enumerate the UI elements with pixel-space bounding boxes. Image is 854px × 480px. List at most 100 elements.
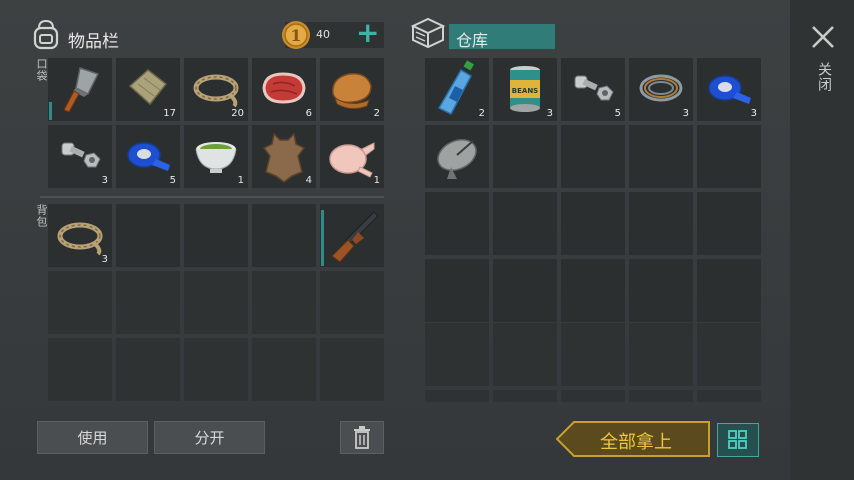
pocket-slot-cloth[interactable]: 17 [116, 58, 180, 121]
item-count: 2 [373, 108, 380, 119]
backpack-slot-empty[interactable] [116, 204, 180, 267]
inventory-title: 物品栏 [68, 32, 119, 52]
storage-slot-empty[interactable] [425, 192, 489, 255]
split-button[interactable]: 分开 [154, 421, 265, 454]
storage-slot-partial[interactable] [629, 390, 693, 402]
backpack-icon [31, 18, 61, 50]
blue-tape-icon [703, 70, 755, 108]
use-button[interactable]: 使用 [37, 421, 148, 454]
sort-button[interactable] [717, 423, 759, 457]
divider [40, 196, 384, 198]
take-all-label: 全部拿上 [600, 432, 672, 453]
add-coins-button[interactable]: + [356, 19, 379, 47]
storage-slot-empty[interactable] [697, 323, 761, 386]
pocket-slot-cooked[interactable]: 2 [320, 58, 384, 121]
pocket-slot-leather[interactable]: 4 [252, 125, 316, 188]
rope-icon [54, 216, 106, 256]
storage-box-icon [410, 16, 446, 50]
backpack-slot-empty[interactable] [116, 271, 180, 334]
pocket-slot-bolt[interactable]: 3 [48, 125, 112, 188]
storage-slot-empty[interactable] [697, 259, 761, 322]
shotgun-icon [328, 208, 380, 264]
storage-slot-bolt[interactable]: 5 [561, 58, 625, 121]
water-bottle-icon [435, 60, 479, 118]
item-count: 3 [101, 254, 108, 265]
storage-slot-empty[interactable] [493, 125, 557, 188]
storage-slot-empty[interactable] [425, 259, 489, 322]
backpack-slot-empty[interactable] [116, 338, 180, 401]
durability-bar [321, 210, 324, 266]
pocket-slot-cleaver[interactable] [48, 58, 112, 121]
storage-slot-empty[interactable] [697, 125, 761, 188]
storage-slot-empty[interactable] [697, 192, 761, 255]
storage-slot-partial[interactable] [697, 390, 761, 402]
storage-slot-empty[interactable] [629, 192, 693, 255]
backpack-slot-empty[interactable] [48, 338, 112, 401]
item-count: 3 [546, 108, 553, 119]
green-tea-bowl-icon [193, 137, 239, 177]
backpack-slot-empty[interactable] [252, 338, 316, 401]
pocket-slot-tape[interactable]: 5 [116, 125, 180, 188]
storage-slot-empty[interactable] [561, 259, 625, 322]
pocket-slot-meat[interactable]: 6 [252, 58, 316, 121]
bolt-nut-icon [58, 137, 102, 173]
pocket-slot-tea[interactable]: 1 [184, 125, 248, 188]
rope-icon [190, 68, 242, 108]
durability-bar [49, 102, 52, 120]
grid-icon [728, 430, 748, 450]
item-count: 6 [305, 108, 312, 119]
item-count: 5 [614, 108, 621, 119]
coin-count: 40 [316, 28, 330, 41]
trash-button[interactable] [340, 421, 384, 454]
wire-coil-icon [635, 68, 687, 108]
item-count: 20 [231, 108, 244, 119]
backpack-slot-empty[interactable] [320, 271, 384, 334]
storage-slot-empty[interactable] [561, 323, 625, 386]
close-label[interactable]: 关闭 [814, 62, 834, 92]
storage-slot-empty[interactable] [493, 192, 557, 255]
cleaver-icon [58, 64, 104, 114]
item-count: 1 [373, 175, 380, 186]
bolt-nut-icon [571, 70, 615, 106]
backpack-slot-empty[interactable] [252, 204, 316, 267]
backpack-slot-empty[interactable] [252, 271, 316, 334]
cooked-food-icon [325, 64, 379, 114]
close-icon[interactable] [810, 24, 836, 50]
pocket-label: 口袋 [35, 58, 48, 82]
backpack-slot-empty[interactable] [184, 204, 248, 267]
storage-slot-water[interactable]: 2 [425, 58, 489, 121]
backpack-slot-empty[interactable] [184, 338, 248, 401]
backpack-slot-shotgun[interactable] [320, 204, 384, 267]
satellite-dish-icon [433, 131, 483, 183]
item-count: 4 [305, 175, 312, 186]
raw-meat-icon [259, 68, 309, 110]
storage-slot-tape[interactable]: 3 [697, 58, 761, 121]
storage-slot-empty[interactable] [629, 259, 693, 322]
beans-can-icon: BEANS [507, 64, 543, 114]
storage-slot-empty[interactable] [629, 125, 693, 188]
backpack-slot-empty[interactable] [184, 271, 248, 334]
backpack-slot-rope[interactable]: 3 [48, 204, 112, 267]
storage-slot-empty[interactable] [561, 192, 625, 255]
storage-slot-beans[interactable]: BEANS 3 [493, 58, 557, 121]
coin-icon: 1 [280, 19, 312, 51]
storage-slot-partial[interactable] [425, 390, 489, 402]
storage-slot-partial[interactable] [561, 390, 625, 402]
backpack-slot-empty[interactable] [48, 271, 112, 334]
storage-slot-empty[interactable] [493, 323, 557, 386]
backpack-slot-empty[interactable] [320, 338, 384, 401]
item-count: 3 [101, 175, 108, 186]
storage-slot-partial[interactable] [493, 390, 557, 402]
storage-slot-empty[interactable] [629, 323, 693, 386]
pocket-slot-rope[interactable]: 20 [184, 58, 248, 121]
storage-slot-dish[interactable] [425, 125, 489, 188]
storage-slot-empty[interactable] [561, 125, 625, 188]
item-count: 2 [478, 108, 485, 119]
storage-slot-wire[interactable]: 3 [629, 58, 693, 121]
storage-slot-empty[interactable] [493, 259, 557, 322]
storage-slot-empty[interactable] [425, 323, 489, 386]
backpack-label: 背包 [35, 204, 48, 228]
raw-chicken-icon [326, 135, 378, 179]
pocket-slot-chicken[interactable]: 1 [320, 125, 384, 188]
blue-tape-icon [122, 137, 174, 175]
